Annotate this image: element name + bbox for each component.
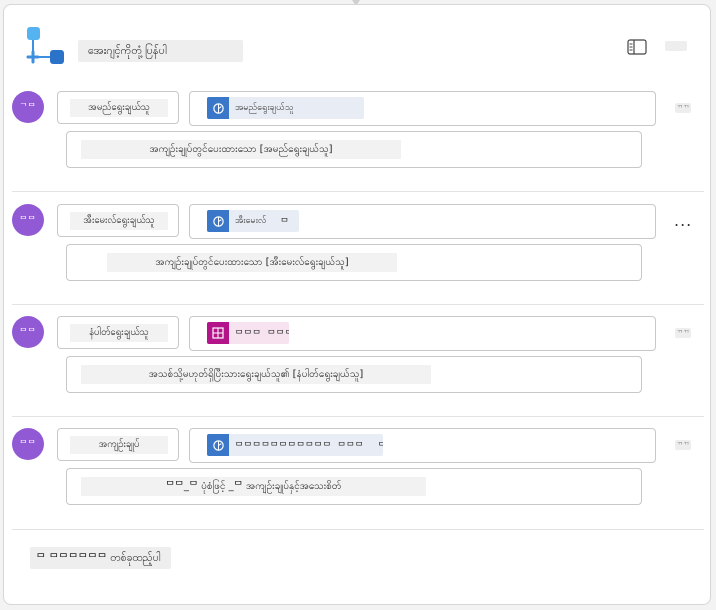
divider (12, 529, 704, 530)
step-avatar: ᄆᄆ (12, 428, 44, 460)
divider (12, 304, 704, 305)
step-avatar: ᄆᄆ (12, 316, 44, 348)
dynamic-token[interactable]: ᄆᄆᄆ ᄆᄆᄆ (207, 322, 289, 344)
table-icon (207, 322, 229, 344)
step-description-field[interactable]: အသစ်သို့မဟုတ်ရှိပြီးသားရွေးချယ်သူ၏ [နံပါ… (66, 356, 642, 393)
row-options-placeholder[interactable]: ᄁᄁ (675, 328, 691, 338)
divider (12, 416, 704, 417)
divider (12, 191, 704, 192)
step-key-chip[interactable]: အကျဉ်းချုပ် (57, 428, 179, 461)
step-key-label: အမည်ရွေးချယ်သူ (70, 99, 168, 117)
step-avatar: ᄆᄆ (12, 204, 44, 236)
brain-circuit-icon (207, 210, 229, 232)
step-value-field[interactable]: အမည်ရွေးချယ်သူ (189, 91, 656, 126)
dynamic-token[interactable]: ᄆᄆᄆᄆᄆᄆᄆᄆᄆᄆᄆ ᄆᄆᄆ ᄆ (207, 434, 383, 456)
step-description: အကျဉ်းချုပ်တွင်ပေးထားသော [အီးမေးလ်ရွေးချ… (107, 253, 397, 272)
token-label: အမည်ရွေးချယ်သူ (235, 102, 294, 113)
more-options-placeholder[interactable] (665, 41, 687, 51)
step-key-label: အီးမေးလ်ရွေးချယ်သူ (70, 212, 168, 230)
step-key-chip[interactable]: အမည်ရွေးချယ်သူ (57, 91, 179, 124)
side-panel-icon[interactable] (627, 39, 647, 55)
row-options-placeholder[interactable]: ᄁᄁ (675, 440, 691, 450)
dynamic-token[interactable]: အီးမေးလ် ᄆ (207, 210, 299, 232)
brain-circuit-icon (207, 97, 229, 119)
step-description: ᄆᄆ_ᄆ ပုံစံဖြင့် _ᄆ အကျဉ်းချုပ်နှင့်အသေးစ… (81, 477, 426, 496)
token-label: ᄆᄆᄆᄆᄆᄆᄆᄆᄆᄆᄆ ᄆᄆᄆ (235, 441, 364, 452)
step-value-field[interactable]: ᄆᄆᄆ ᄆᄆᄆ (189, 316, 656, 351)
token-label: အီးမေးလ် (235, 215, 267, 226)
step-description-field[interactable]: ᄆᄆ_ᄆ ပုံစံဖြင့် _ᄆ အကျဉ်းချုပ်နှင့်အသေးစ… (66, 468, 642, 505)
step-value-field[interactable]: အီးမေးလ် ᄆ (189, 204, 656, 239)
step-key-label: အကျဉ်းချုပ် (70, 436, 168, 454)
action-title: အေးဂျင့်ကိုတုံ့ပြန်ပါ (78, 40, 243, 62)
step-description: အသစ်သို့မဟုတ်ရှိပြီးသားရွေးချယ်သူ၏ [နံပါ… (81, 365, 431, 384)
step-description-field[interactable]: အကျဉ်းချုပ်တွင်ပေးထားသော [အီးမေးလ်ရွေးချ… (66, 244, 642, 281)
token-suffix: ᄆ (377, 441, 383, 452)
step-value-field[interactable]: ᄆᄆᄆᄆᄆᄆᄆᄆᄆᄆᄆ ᄆᄆᄆ ᄆ (189, 428, 656, 463)
token-suffix: ᄆ (280, 217, 289, 228)
row-options-placeholder[interactable]: ᄁᄁ (675, 103, 691, 113)
brain-circuit-icon (207, 434, 229, 456)
dynamic-token[interactable]: အမည်ရွေးချယ်သူ (207, 97, 364, 119)
step-avatar: ᄀᄆ (12, 91, 44, 123)
more-options-button[interactable]: ... (674, 213, 692, 229)
add-input-button[interactable]: ᄆ ᄆᄆᄆᄆᄆᄆ တစ်ခုထည့်ပါ (30, 547, 171, 569)
step-description-field[interactable]: အကျဉ်းချုပ်တွင်ပေးထားသော [အမည်ရွေးချယ်သူ… (66, 131, 642, 168)
step-key-chip[interactable]: အီးမေးလ်ရွေးချယ်သူ (57, 204, 179, 237)
token-label: ᄆᄆᄆ ᄆᄆᄆ (235, 329, 289, 340)
step-key-label: နံပါတ်ရွေးချယ်သူ (70, 324, 168, 342)
step-key-chip[interactable]: နံပါတ်ရွေးချယ်သူ (57, 316, 179, 349)
step-description: အကျဉ်းချုပ်တွင်ပေးထားသော [အမည်ရွေးချယ်သူ… (81, 140, 401, 159)
flow-diagram-icon (26, 27, 64, 64)
